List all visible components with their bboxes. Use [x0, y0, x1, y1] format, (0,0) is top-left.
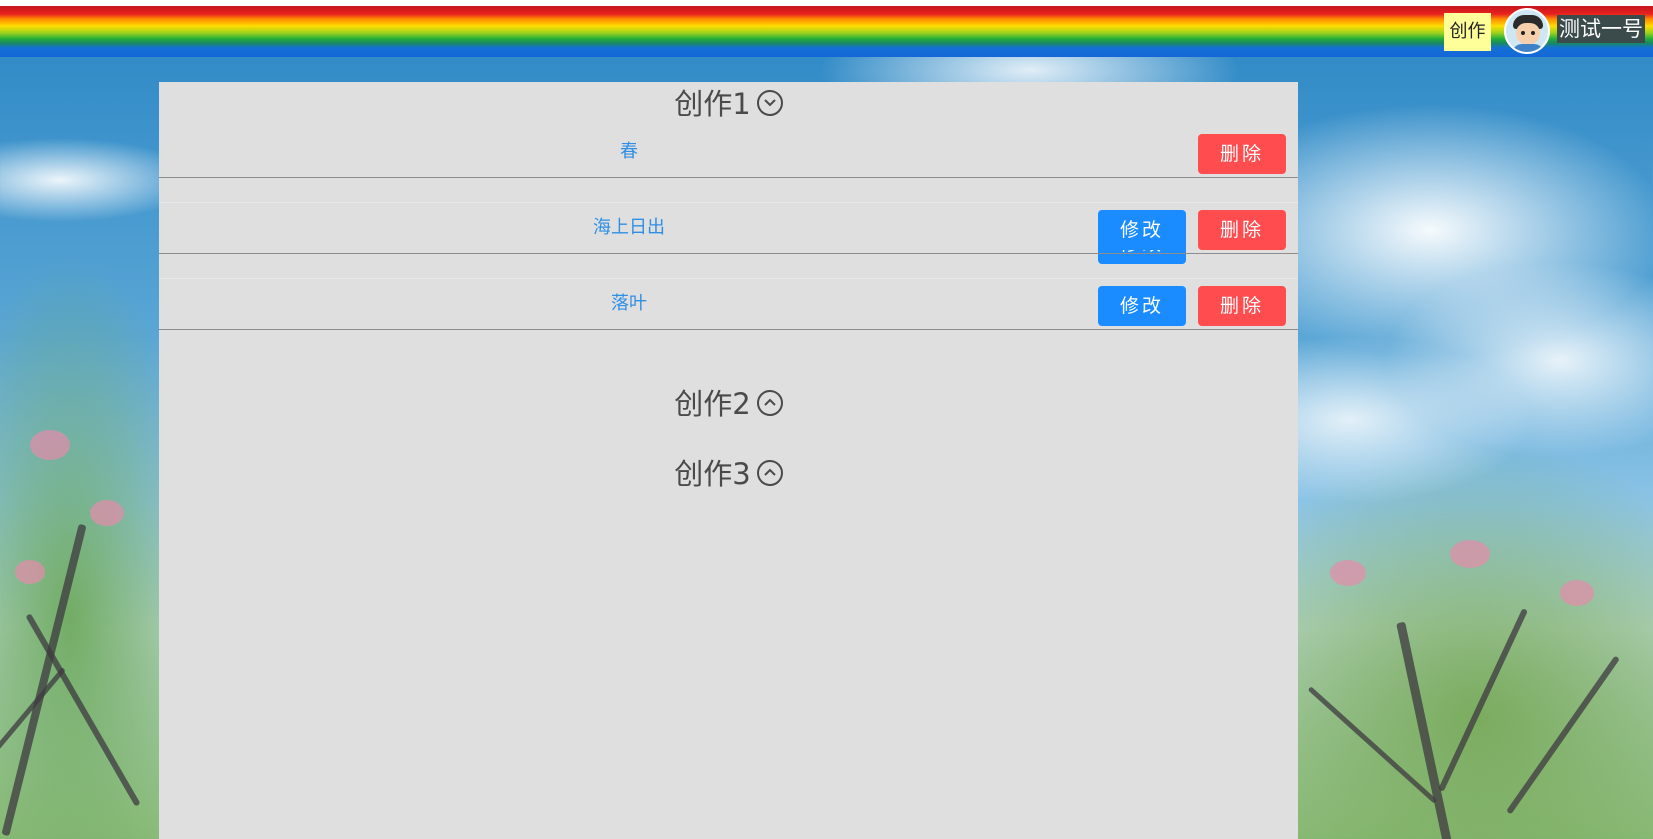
group-header-3[interactable]: 创作3 — [159, 454, 1298, 494]
group-header-1[interactable]: 创作1 — [159, 84, 1298, 124]
edit-button[interactable]: 修改 — [1098, 286, 1186, 326]
list-item: 海上日出 修改 删除 — [159, 203, 1298, 279]
list-item: 落叶 修改 删除 — [159, 279, 1298, 330]
avatar[interactable] — [1504, 8, 1550, 54]
work-title[interactable]: 春 — [159, 137, 1099, 163]
chevron-up-icon[interactable] — [756, 390, 783, 416]
group-header-2[interactable]: 创作2 — [159, 384, 1298, 424]
edit-button[interactable]: 修改 — [1098, 210, 1186, 250]
works-panel: 创作1 春 修改 删除 海上日出 修改 删除 落叶 修改 删除 创作2 创作3 — [159, 82, 1298, 839]
create-button[interactable]: 创作 — [1444, 13, 1491, 51]
delete-button[interactable]: 删除 — [1198, 134, 1286, 174]
chevron-down-icon[interactable] — [756, 90, 783, 116]
delete-button[interactable]: 删除 — [1198, 286, 1286, 326]
group-title: 创作2 — [674, 387, 751, 421]
username-label[interactable]: 测试一号 — [1557, 15, 1645, 43]
top-bar: 创作 测试一号 — [0, 0, 1653, 57]
group-title: 创作1 — [674, 87, 751, 121]
work-title[interactable]: 落叶 — [159, 289, 1099, 315]
list-item: 春 修改 删除 — [159, 127, 1298, 264]
chevron-up-icon[interactable] — [756, 460, 783, 486]
group-title: 创作3 — [674, 457, 751, 491]
work-title[interactable]: 海上日出 — [159, 213, 1099, 239]
delete-button[interactable]: 删除 — [1198, 210, 1286, 250]
